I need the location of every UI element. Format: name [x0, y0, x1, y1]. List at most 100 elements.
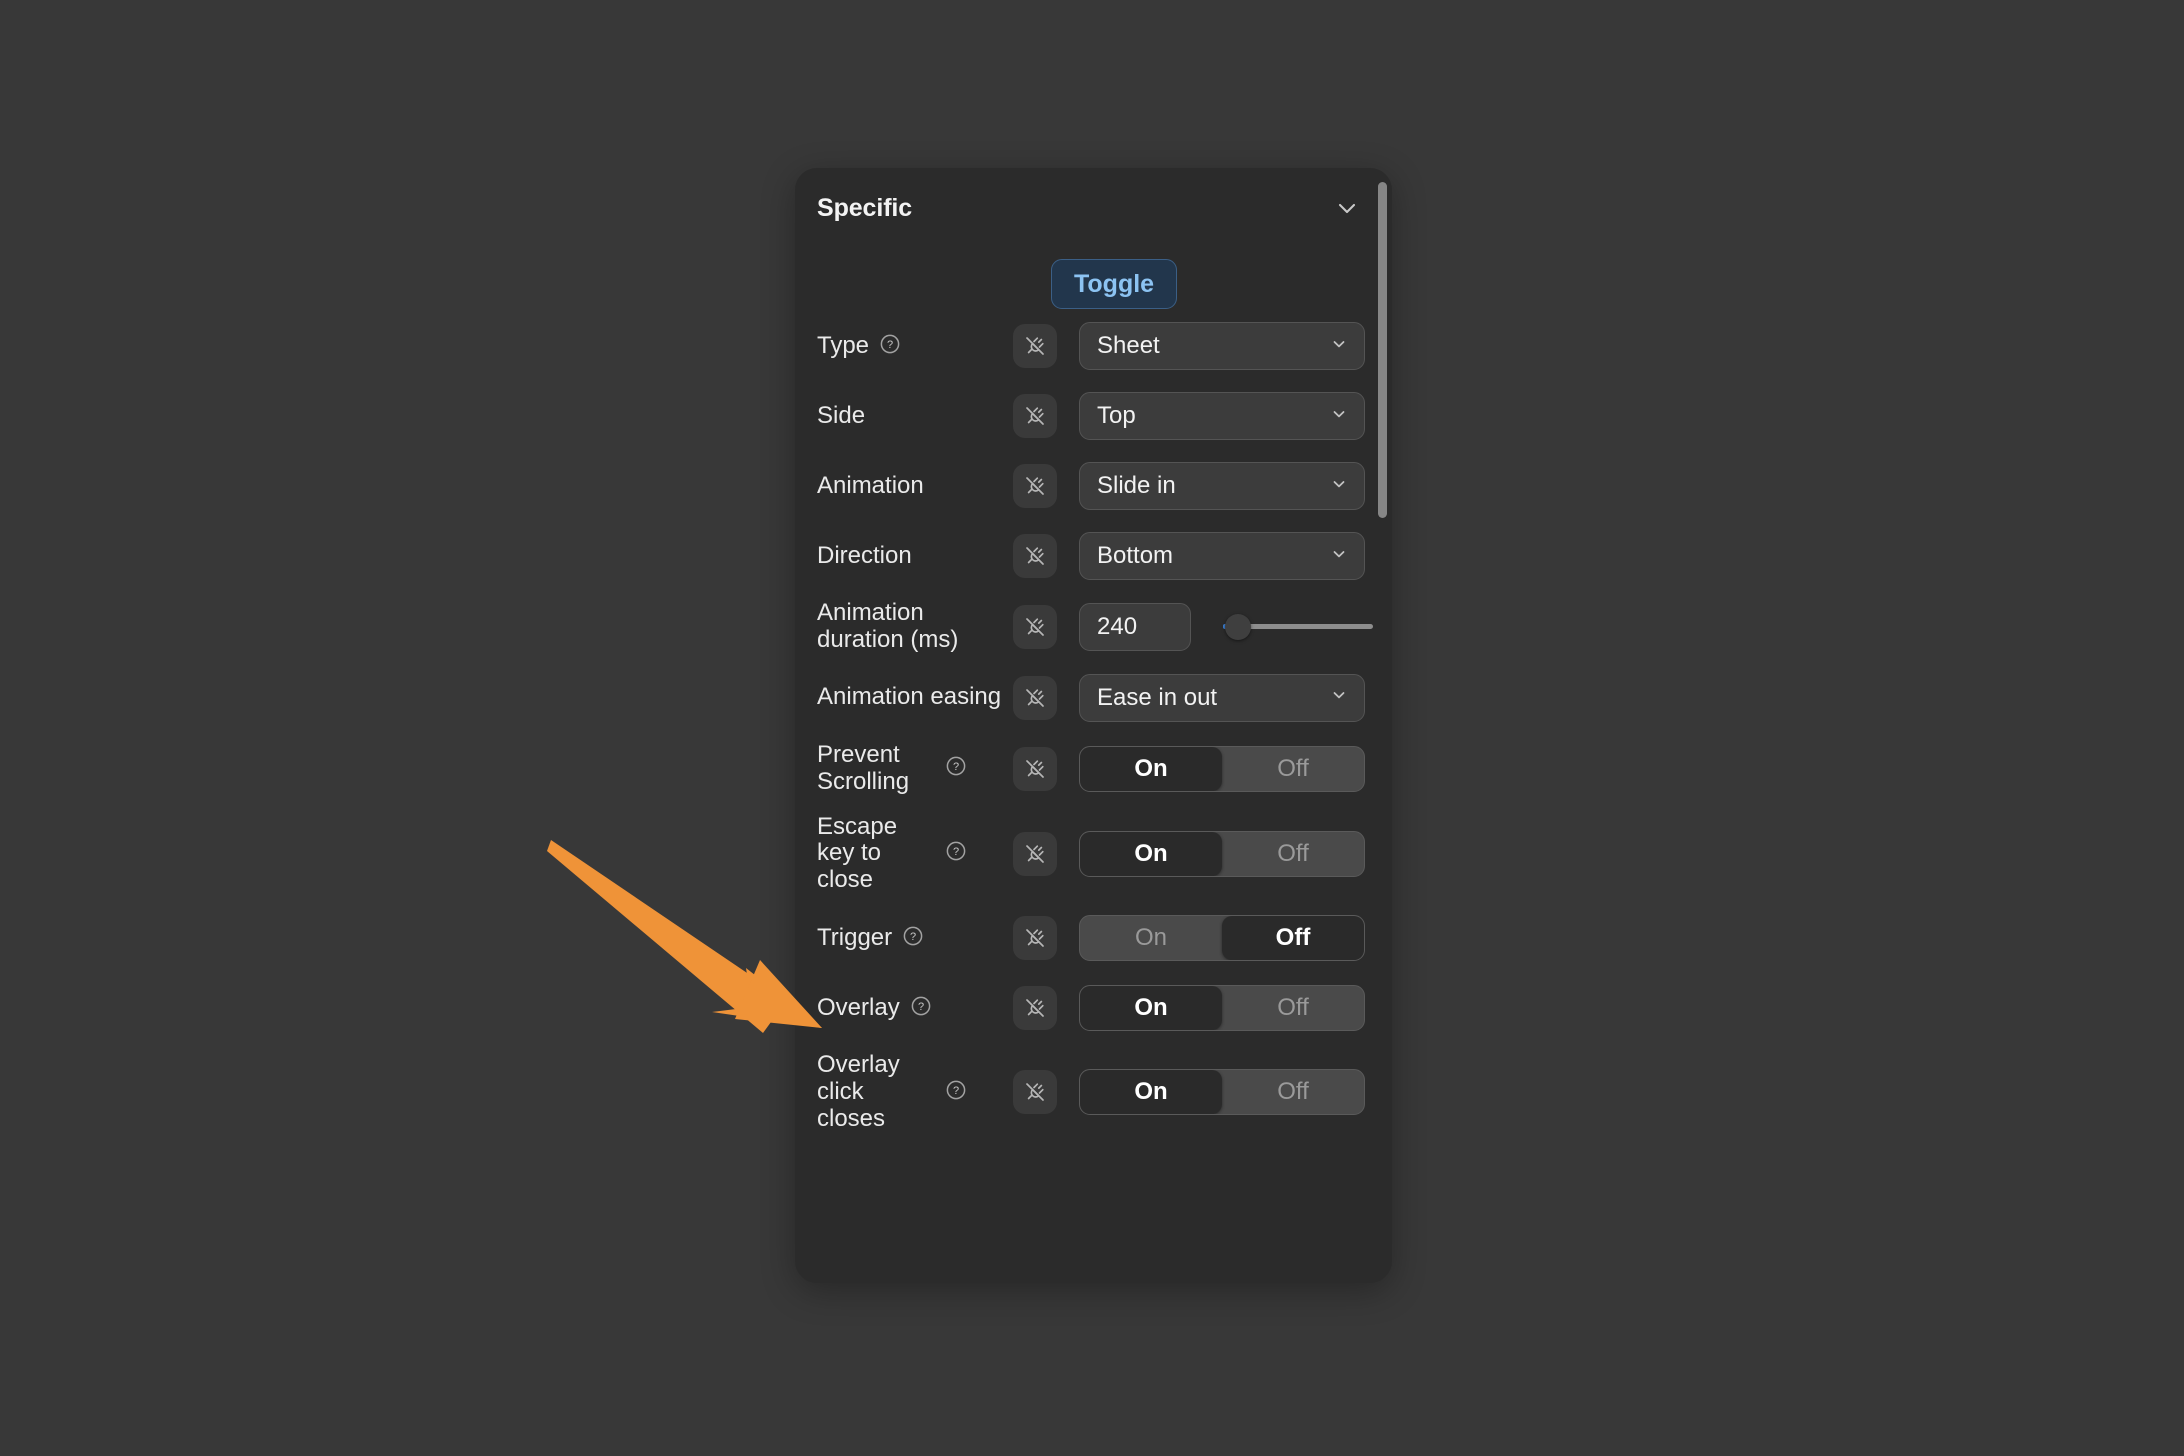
segment-on[interactable]: On	[1080, 831, 1222, 876]
animation-duration-input[interactable]: 240	[1079, 602, 1191, 651]
setting-label-type: Type	[817, 331, 870, 359]
help-circle-icon[interactable]: ?	[879, 333, 901, 360]
setting-row-escape-key-to-close: Escape key to close ? On Off	[795, 812, 1392, 895]
segment-on[interactable]: On	[1080, 746, 1222, 791]
select-direction[interactable]: Bottom	[1079, 532, 1365, 580]
plug-disconnected-icon[interactable]	[1013, 1070, 1057, 1115]
component-type-badge[interactable]: Toggle	[1051, 259, 1178, 309]
svg-text:?: ?	[953, 1085, 959, 1097]
segmented-trigger[interactable]: On Off	[1079, 915, 1365, 962]
select-animation[interactable]: Slide in	[1079, 462, 1365, 510]
page-title: Specific	[817, 193, 913, 222]
chevron-down-icon	[1329, 404, 1349, 429]
svg-text:?: ?	[918, 1001, 924, 1013]
setting-row-animation: Animation Slide in	[795, 460, 1392, 512]
help-circle-icon[interactable]: ?	[945, 755, 967, 782]
screen: Specific Toggle Type ? Sheet Side Top An…	[0, 0, 2184, 1456]
row-label: Direction	[817, 541, 1013, 570]
row-control: On Off	[1079, 745, 1370, 792]
setting-row-prevent-scrolling: Prevent Scrolling ? On Off	[795, 741, 1392, 796]
svg-text:?: ?	[910, 931, 916, 943]
specific-settings-panel: Specific Toggle Type ? Sheet Side Top An…	[795, 168, 1392, 1283]
chevron-down-icon	[1329, 474, 1349, 499]
segment-off[interactable]: Off	[1222, 747, 1364, 791]
svg-text:?: ?	[887, 339, 893, 351]
row-control: Sheet	[1079, 322, 1370, 370]
row-label: Overlay ?	[817, 993, 1013, 1022]
setting-row-animation-easing: Animation easing Ease in out	[795, 672, 1392, 724]
plug-disconnected-icon[interactable]	[1013, 324, 1057, 368]
help-circle-icon[interactable]: ?	[945, 840, 967, 867]
setting-label-animation-easing: Animation easing	[817, 683, 1002, 711]
segment-off[interactable]: Off	[1222, 986, 1364, 1030]
row-label: Animation easing	[817, 683, 1013, 711]
segment-on[interactable]: On	[1080, 916, 1222, 960]
setting-row-overlay: Overlay ? On Off	[795, 982, 1392, 1034]
row-control: On Off	[1079, 915, 1370, 962]
row-label: Escape key to close ?	[817, 812, 1013, 895]
select-value: Sheet	[1097, 332, 1160, 359]
plug-disconnected-icon[interactable]	[1013, 604, 1057, 649]
plug-disconnected-icon[interactable]	[1013, 986, 1057, 1031]
chevron-down-icon	[1329, 334, 1349, 359]
row-control: On Off	[1079, 985, 1370, 1032]
setting-row-direction: Direction Bottom	[795, 530, 1392, 582]
help-circle-icon[interactable]: ?	[945, 1079, 967, 1106]
setting-label-escape-key-to-close: Escape key to close	[817, 812, 898, 894]
segment-off[interactable]: Off	[1222, 1070, 1364, 1114]
select-value: Top	[1097, 402, 1136, 429]
setting-row-overlay-click-closes: Overlay click closes ? On Off	[795, 1051, 1392, 1133]
chevron-down-icon	[1329, 685, 1349, 710]
row-label: Trigger ?	[817, 924, 1013, 952]
plug-disconnected-icon[interactable]	[1013, 831, 1057, 876]
segmented-overlay-click-closes[interactable]: On Off	[1079, 1069, 1365, 1116]
segmented-escape-key-to-close[interactable]: On Off	[1079, 830, 1365, 877]
segment-off[interactable]: Off	[1222, 916, 1364, 961]
setting-label-animation-duration: Animation duration (ms)	[817, 599, 959, 653]
chevron-down-icon	[1329, 544, 1349, 569]
row-control: Slide in	[1079, 462, 1370, 510]
help-circle-icon[interactable]: ?	[910, 995, 932, 1022]
row-control: 240	[1079, 602, 1373, 651]
component-badge-row: Toggle	[795, 248, 1392, 320]
row-label: Type ?	[817, 331, 1013, 360]
animation-duration-slider[interactable]	[1223, 605, 1373, 649]
setting-row-side: Side Top	[795, 390, 1392, 442]
svg-text:?: ?	[953, 847, 959, 859]
select-type[interactable]: Sheet	[1079, 322, 1365, 370]
segmented-overlay[interactable]: On Off	[1079, 985, 1365, 1032]
plug-disconnected-icon[interactable]	[1013, 464, 1057, 508]
svg-text:?: ?	[953, 761, 959, 773]
plug-disconnected-icon[interactable]	[1013, 675, 1057, 720]
setting-row-trigger: Trigger ? On Off	[795, 912, 1392, 964]
segmented-prevent-scrolling[interactable]: On Off	[1079, 745, 1365, 792]
select-animation-easing[interactable]: Ease in out	[1079, 673, 1365, 722]
select-value: Bottom	[1097, 542, 1174, 569]
row-control: On Off	[1079, 830, 1370, 877]
segment-off[interactable]: Off	[1222, 832, 1364, 876]
setting-label-overlay: Overlay	[817, 993, 900, 1021]
row-label: Prevent Scrolling ?	[817, 741, 1013, 796]
row-label: Animation duration (ms)	[817, 599, 1013, 654]
panel-header: Specific	[795, 168, 1392, 248]
setting-row-type: Type ? Sheet	[795, 320, 1392, 372]
help-circle-icon[interactable]: ?	[902, 925, 924, 952]
row-label: Side	[817, 401, 1013, 430]
settings-rows: Toggle Type ? Sheet Side Top Animation S…	[795, 248, 1392, 1151]
setting-row-animation-duration: Animation duration (ms) 240	[795, 599, 1392, 654]
segment-on[interactable]: On	[1080, 986, 1222, 1031]
select-side[interactable]: Top	[1079, 392, 1365, 440]
plug-disconnected-icon[interactable]	[1013, 746, 1057, 791]
setting-label-direction: Direction	[817, 541, 912, 569]
segment-on[interactable]: On	[1080, 1070, 1222, 1115]
setting-label-animation: Animation	[817, 471, 924, 499]
row-control: Ease in out	[1079, 673, 1370, 722]
plug-disconnected-icon[interactable]	[1013, 394, 1057, 438]
select-value: Slide in	[1097, 472, 1176, 499]
row-control: Bottom	[1079, 532, 1370, 580]
plug-disconnected-icon[interactable]	[1013, 534, 1057, 578]
slider-thumb[interactable]	[1225, 613, 1251, 640]
setting-label-side: Side	[817, 401, 866, 429]
chevron-down-icon[interactable]	[1332, 193, 1362, 223]
plug-disconnected-icon[interactable]	[1013, 916, 1057, 961]
